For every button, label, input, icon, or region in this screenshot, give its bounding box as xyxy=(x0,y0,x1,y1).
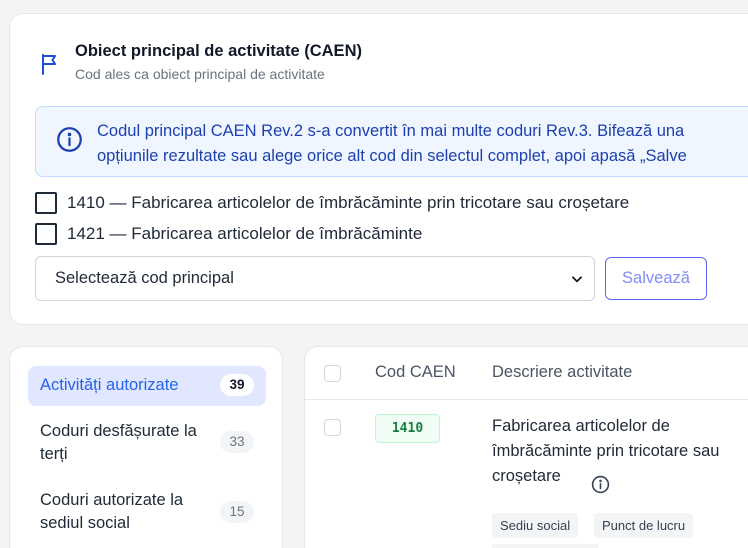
alert-message: Codul principal CAEN Rev.2 s-a convertit… xyxy=(97,119,687,169)
flag-icon xyxy=(42,54,56,75)
nav-item-authorized-activities[interactable]: Activități autorizate 39 xyxy=(28,366,266,406)
column-header-code: Cod CAEN xyxy=(375,363,456,381)
option-1410-label: 1410 — Fabricarea articolelor de îmbrăcă… xyxy=(67,193,630,212)
tag-work-point: Punct de lucru xyxy=(594,513,694,538)
option-1421[interactable]: 1421 — Fabricarea articolelor de îmbrăcă… xyxy=(35,222,422,246)
alert-line-2: opțiunile rezultate sau alege orice alt … xyxy=(97,147,687,165)
nav-item-label: Activități autorizate xyxy=(40,376,179,394)
save-button[interactable]: Salvează xyxy=(605,257,707,300)
count-badge: 39 xyxy=(220,374,254,396)
activity-description: Fabricarea articolelor de îmbrăcăminte p… xyxy=(492,417,720,485)
option-1410-checkbox[interactable] xyxy=(35,192,57,214)
main-activity-card: Obiect principal de activitate (CAEN) Co… xyxy=(9,13,748,325)
info-icon[interactable] xyxy=(591,475,610,494)
option-1421-label: 1421 — Fabricarea articolelor de îmbrăcă… xyxy=(67,224,423,243)
principal-code-select-value: Selectează cod principal xyxy=(55,269,234,287)
select-all-checkbox[interactable] xyxy=(324,365,341,382)
caen-code-badge: 1410 xyxy=(375,414,440,443)
nav-item-label: Coduri autorizate la sediul social xyxy=(40,491,184,532)
nav-item-registered-office-codes[interactable]: Coduri autorizate la sediul social 15 xyxy=(28,488,266,536)
tag-partial xyxy=(492,544,599,548)
nav-item-third-party-codes[interactable]: Coduri desfășurate la terți 33 xyxy=(28,419,266,467)
activity-nav: Activități autorizate 39 Coduri desfășur… xyxy=(9,346,283,548)
tag-registered-office: Sediu social xyxy=(492,513,579,538)
count-badge: 33 xyxy=(220,431,254,453)
chevron-down-icon xyxy=(572,276,582,283)
section-title: Obiect principal de activitate (CAEN) xyxy=(75,42,362,60)
nav-item-label: Coduri desfășurate la terți xyxy=(40,422,197,463)
column-header-description: Descriere activitate xyxy=(492,363,633,381)
row-checkbox[interactable] xyxy=(324,419,341,436)
option-1410[interactable]: 1410 — Fabricarea articolelor de îmbrăcă… xyxy=(35,191,629,215)
conversion-alert: Codul principal CAEN Rev.2 s-a convertit… xyxy=(35,106,748,177)
alert-line-1: Codul principal CAEN Rev.2 s-a convertit… xyxy=(97,122,685,140)
section-subtitle: Cod ales ca obiect principal de activita… xyxy=(75,66,325,82)
option-1421-checkbox[interactable] xyxy=(35,223,57,245)
activities-table: Cod CAEN Descriere activitate 1410 Fabri… xyxy=(304,346,748,548)
table-header: Cod CAEN Descriere activitate xyxy=(305,347,748,400)
info-icon xyxy=(57,127,82,152)
count-badge: 15 xyxy=(220,501,254,523)
principal-code-select[interactable]: Selectează cod principal xyxy=(35,256,595,301)
